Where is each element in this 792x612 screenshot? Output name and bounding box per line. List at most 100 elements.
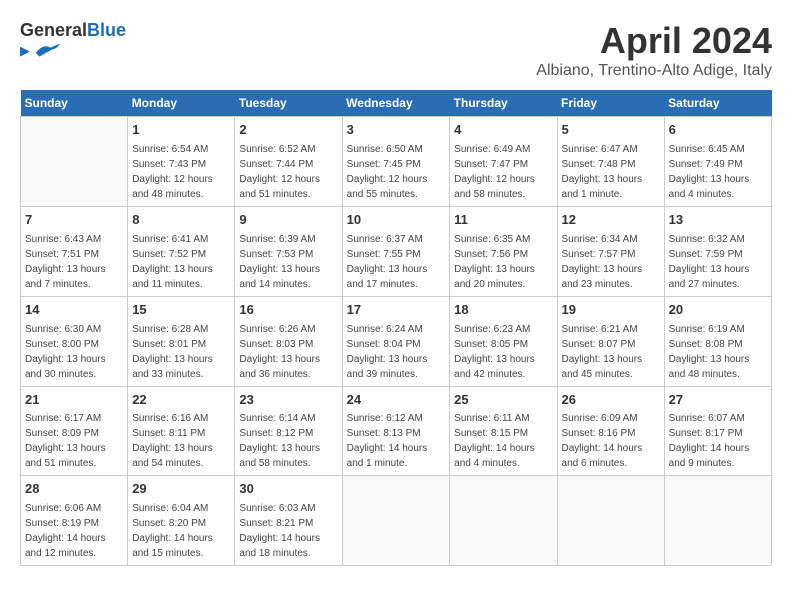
calendar-week-row: 14Sunrise: 6:30 AMSunset: 8:00 PMDayligh… — [21, 296, 772, 386]
day-content: Sunrise: 6:12 AMSunset: 8:13 PMDaylight:… — [347, 411, 446, 471]
calendar-cell: 9Sunrise: 6:39 AMSunset: 7:53 PMDaylight… — [235, 206, 342, 296]
day-number: 2 — [239, 121, 337, 140]
day-content: Sunrise: 6:52 AMSunset: 7:44 PMDaylight:… — [239, 142, 337, 202]
day-number: 10 — [347, 211, 446, 230]
title-area: April 2024 Albiano, Trentino-Alto Adige,… — [536, 20, 772, 80]
day-content: Sunrise: 6:43 AMSunset: 7:51 PMDaylight:… — [25, 232, 123, 292]
day-content: Sunrise: 6:23 AMSunset: 8:05 PMDaylight:… — [454, 322, 552, 382]
day-header-tuesday: Tuesday — [235, 90, 342, 117]
day-content: Sunrise: 6:17 AMSunset: 8:09 PMDaylight:… — [25, 411, 123, 471]
day-number: 19 — [562, 301, 660, 320]
day-number: 4 — [454, 121, 552, 140]
day-number: 21 — [25, 391, 123, 410]
day-number: 1 — [132, 121, 230, 140]
day-number: 5 — [562, 121, 660, 140]
calendar-cell — [664, 476, 771, 566]
day-number: 12 — [562, 211, 660, 230]
day-number: 7 — [25, 211, 123, 230]
day-content: Sunrise: 6:16 AMSunset: 8:11 PMDaylight:… — [132, 411, 230, 471]
day-number: 3 — [347, 121, 446, 140]
day-content: Sunrise: 6:32 AMSunset: 7:59 PMDaylight:… — [669, 232, 767, 292]
day-number: 6 — [669, 121, 767, 140]
calendar-header-row: SundayMondayTuesdayWednesdayThursdayFrid… — [21, 90, 772, 117]
day-content: Sunrise: 6:09 AMSunset: 8:16 PMDaylight:… — [562, 411, 660, 471]
day-header-wednesday: Wednesday — [342, 90, 450, 117]
calendar-cell — [450, 476, 557, 566]
day-number: 9 — [239, 211, 337, 230]
day-number: 24 — [347, 391, 446, 410]
calendar-cell: 2 Sunrise: 6:52 AMSunset: 7:44 PMDaylight… — [235, 117, 342, 207]
calendar-week-row: 7 Sunrise: 6:43 AMSunset: 7:51 PMDaylight… — [21, 206, 772, 296]
calendar-cell: 14Sunrise: 6:30 AMSunset: 8:00 PMDayligh… — [21, 296, 128, 386]
calendar-cell: 25Sunrise: 6:11 AMSunset: 8:15 PMDayligh… — [450, 386, 557, 476]
calendar-week-row: 28Sunrise: 6:06 AMSunset: 8:19 PMDayligh… — [21, 476, 772, 566]
logo-blue-text: Blue — [87, 20, 126, 40]
calendar-cell: 19 Sunrise: 6:21 AMSunset: 8:07 PMDayligh… — [557, 296, 664, 386]
day-number: 18 — [454, 301, 552, 320]
day-number: 15 — [132, 301, 230, 320]
calendar-cell: 13 Sunrise: 6:32 AMSunset: 7:59 PMDayligh… — [664, 206, 771, 296]
calendar-cell: 26Sunrise: 6:09 AMSunset: 8:16 PMDayligh… — [557, 386, 664, 476]
day-content: Sunrise: 6:50 AMSunset: 7:45 PMDaylight:… — [347, 142, 446, 202]
calendar-cell: 18 Sunrise: 6:23 AMSunset: 8:05 PMDayligh… — [450, 296, 557, 386]
calendar-cell: 29 Sunrise: 6:04 AMSunset: 8:20 PMDayligh… — [128, 476, 235, 566]
day-number: 17 — [347, 301, 446, 320]
calendar-cell: 7 Sunrise: 6:43 AMSunset: 7:51 PMDaylight… — [21, 206, 128, 296]
day-number: 13 — [669, 211, 767, 230]
day-number: 27 — [669, 391, 767, 410]
day-content: Sunrise: 6:41 AMSunset: 7:52 PMDaylight:… — [132, 232, 230, 292]
day-content: Sunrise: 6:03 AMSunset: 8:21 PMDaylight:… — [239, 501, 337, 561]
calendar-cell: 23Sunrise: 6:14 AMSunset: 8:12 PMDayligh… — [235, 386, 342, 476]
day-header-sunday: Sunday — [21, 90, 128, 117]
day-content: Sunrise: 6:30 AMSunset: 8:00 PMDaylight:… — [25, 322, 123, 382]
day-number: 16 — [239, 301, 337, 320]
calendar-week-row: 21Sunrise: 6:17 AMSunset: 8:09 PMDayligh… — [21, 386, 772, 476]
calendar-cell: 6Sunrise: 6:45 AMSunset: 7:49 PMDaylight… — [664, 117, 771, 207]
day-number: 26 — [562, 391, 660, 410]
day-content: Sunrise: 6:19 AMSunset: 8:08 PMDaylight:… — [669, 322, 767, 382]
logo-tagline: ▶ — [20, 43, 30, 59]
day-header-saturday: Saturday — [664, 90, 771, 117]
day-content: Sunrise: 6:04 AMSunset: 8:20 PMDaylight:… — [132, 501, 230, 561]
calendar-table: SundayMondayTuesdayWednesdayThursdayFrid… — [20, 90, 772, 566]
calendar-cell: 10Sunrise: 6:37 AMSunset: 7:55 PMDayligh… — [342, 206, 450, 296]
logo: GeneralBlue ▶ — [20, 20, 126, 61]
day-number: 8 — [132, 211, 230, 230]
day-content: Sunrise: 6:28 AMSunset: 8:01 PMDaylight:… — [132, 322, 230, 382]
calendar-cell: 20 Sunrise: 6:19 AMSunset: 8:08 PMDayligh… — [664, 296, 771, 386]
calendar-cell: 3 Sunrise: 6:50 AMSunset: 7:45 PMDaylight… — [342, 117, 450, 207]
calendar-cell: 5 Sunrise: 6:47 AMSunset: 7:48 PMDaylight… — [557, 117, 664, 207]
day-content: Sunrise: 6:24 AMSunset: 8:04 PMDaylight:… — [347, 322, 446, 382]
logo-bird-icon — [32, 41, 62, 61]
day-number: 29 — [132, 480, 230, 499]
calendar-cell: 8 Sunrise: 6:41 AMSunset: 7:52 PMDaylight… — [128, 206, 235, 296]
calendar-week-row: 1Sunrise: 6:54 AMSunset: 7:43 PMDaylight… — [21, 117, 772, 207]
logo-general-text: General — [20, 20, 87, 40]
day-content: Sunrise: 6:49 AMSunset: 7:47 PMDaylight:… — [454, 142, 552, 202]
day-number: 20 — [669, 301, 767, 320]
day-number: 22 — [132, 391, 230, 410]
calendar-cell: 15 Sunrise: 6:28 AMSunset: 8:01 PMDayligh… — [128, 296, 235, 386]
calendar-cell — [21, 117, 128, 207]
day-content: Sunrise: 6:11 AMSunset: 8:15 PMDaylight:… — [454, 411, 552, 471]
calendar-cell: 27Sunrise: 6:07 AMSunset: 8:17 PMDayligh… — [664, 386, 771, 476]
day-number: 11 — [454, 211, 552, 230]
day-content: Sunrise: 6:07 AMSunset: 8:17 PMDaylight:… — [669, 411, 767, 471]
day-content: Sunrise: 6:35 AMSunset: 7:56 PMDaylight:… — [454, 232, 552, 292]
day-number: 30 — [239, 480, 337, 499]
location-title: Albiano, Trentino-Alto Adige, Italy — [536, 62, 772, 80]
day-content: Sunrise: 6:26 AMSunset: 8:03 PMDaylight:… — [239, 322, 337, 382]
calendar-cell: 12 Sunrise: 6:34 AMSunset: 7:57 PMDayligh… — [557, 206, 664, 296]
day-content: Sunrise: 6:34 AMSunset: 7:57 PMDaylight:… — [562, 232, 660, 292]
day-number: 28 — [25, 480, 123, 499]
day-header-monday: Monday — [128, 90, 235, 117]
day-content: Sunrise: 6:47 AMSunset: 7:48 PMDaylight:… — [562, 142, 660, 202]
calendar-cell: 16 Sunrise: 6:26 AMSunset: 8:03 PMDayligh… — [235, 296, 342, 386]
calendar-cell: 30 Sunrise: 6:03 AMSunset: 8:21 PMDayligh… — [235, 476, 342, 566]
day-content: Sunrise: 6:21 AMSunset: 8:07 PMDaylight:… — [562, 322, 660, 382]
page-header: GeneralBlue ▶ April 2024 Albiano, Trenti… — [20, 20, 772, 80]
calendar-cell — [557, 476, 664, 566]
day-header-friday: Friday — [557, 90, 664, 117]
day-content: Sunrise: 6:14 AMSunset: 8:12 PMDaylight:… — [239, 411, 337, 471]
calendar-cell — [342, 476, 450, 566]
